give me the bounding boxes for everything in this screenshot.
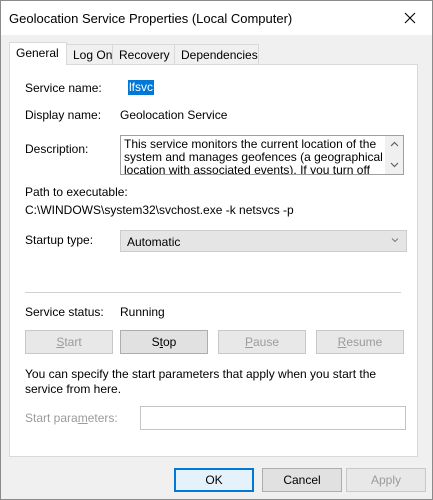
tab-log-on[interactable]: Log On — [66, 44, 113, 64]
path-label: Path to executable: — [25, 185, 128, 199]
pause-button-suffix: ause — [252, 335, 280, 349]
close-button[interactable] — [388, 1, 432, 35]
general-tab-panel: Service name: lfsvc Display name: Geoloc… — [9, 64, 418, 457]
path-value: C:\WINDOWS\system32\svchost.exe -k netsv… — [25, 203, 294, 217]
ok-button-label: OK — [205, 473, 223, 487]
description-label: Description: — [25, 142, 89, 156]
start-button-suffix: tart — [64, 335, 82, 349]
startup-type-select[interactable]: Automatic — [120, 230, 407, 252]
stop-button-suffix: op — [163, 335, 177, 349]
service-status-value: Running — [120, 305, 165, 319]
resume-button-accel: R — [337, 335, 347, 349]
tab-general[interactable]: General — [9, 42, 67, 65]
tab-dependencies-label: Dependencies — [181, 48, 258, 62]
title-bar: Geolocation Service Properties (Local Co… — [1, 1, 432, 35]
service-name-label: Service name: — [25, 81, 102, 95]
start-params-note: You can specify the start parameters tha… — [25, 367, 377, 396]
description-scrollbar[interactable] — [385, 136, 403, 174]
pause-button[interactable]: Pause — [218, 330, 306, 354]
chevron-down-icon — [391, 238, 399, 243]
startup-type-label: Startup type: — [25, 233, 94, 247]
divider — [25, 292, 401, 293]
apply-button-label: Apply — [370, 473, 402, 487]
start-params-label-accel: m — [77, 411, 88, 425]
cancel-button-label: Cancel — [283, 473, 321, 487]
tab-general-label: General — [16, 46, 59, 60]
tab-dependencies[interactable]: Dependencies — [174, 44, 259, 64]
close-icon — [404, 12, 416, 24]
scroll-down-icon[interactable] — [390, 161, 399, 170]
window-title: Geolocation Service Properties (Local Co… — [9, 11, 293, 26]
stop-button-prefix: S — [151, 335, 160, 349]
description-box[interactable]: This service monitors the current locati… — [120, 135, 404, 175]
start-params-label-suffix: eters: — [87, 411, 118, 425]
start-params-label-text: Start para — [25, 411, 78, 425]
scroll-up-icon[interactable] — [390, 140, 399, 149]
stop-button[interactable]: Stop — [120, 330, 208, 354]
tab-recovery[interactable]: Recovery — [112, 44, 175, 64]
service-properties-dialog: Geolocation Service Properties (Local Co… — [0, 0, 433, 500]
start-params-label: Start parameters: — [25, 411, 118, 425]
description-text: This service monitors the current locati… — [124, 137, 383, 175]
cancel-button[interactable]: Cancel — [262, 468, 342, 492]
apply-button[interactable]: Apply — [346, 468, 426, 492]
tab-recovery-label: Recovery — [119, 48, 170, 62]
tab-log-on-label: Log On — [73, 48, 113, 62]
display-name-label: Display name: — [25, 108, 102, 122]
display-name-value: Geolocation Service — [120, 108, 228, 122]
resume-button[interactable]: Resume — [316, 330, 404, 354]
ok-button[interactable]: OK — [174, 468, 254, 492]
start-params-input[interactable] — [140, 406, 406, 430]
startup-type-value: Automatic — [127, 235, 181, 249]
start-button[interactable]: Start — [25, 330, 113, 354]
pause-button-accel: P — [244, 335, 253, 349]
resume-button-suffix: esume — [346, 335, 383, 349]
service-name-value[interactable]: lfsvc — [128, 80, 154, 95]
service-status-label: Service status: — [25, 305, 104, 319]
